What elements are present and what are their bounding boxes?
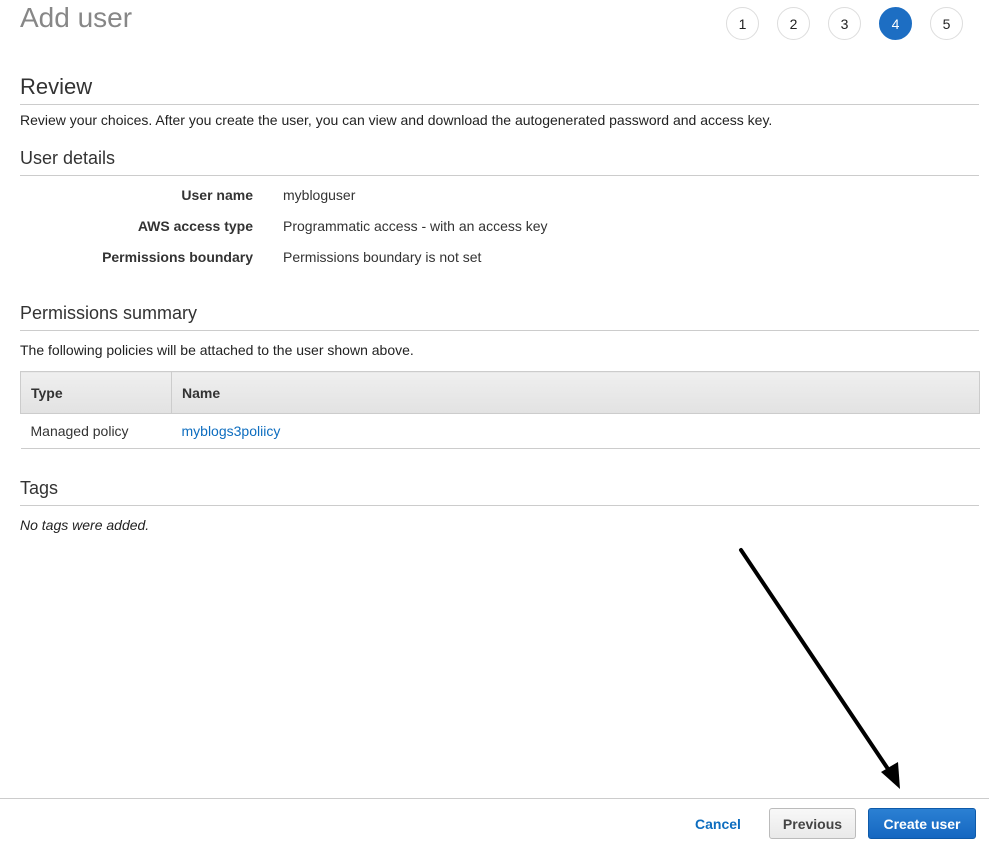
detail-label: Permissions boundary xyxy=(102,249,253,265)
tags-heading: Tags xyxy=(20,478,979,506)
detail-row-permissions-boundary: Permissions boundary Permissions boundar… xyxy=(0,249,481,265)
user-details-heading: User details xyxy=(20,148,979,176)
previous-button[interactable]: Previous xyxy=(769,808,856,839)
table-header-row: Type Name xyxy=(20,371,980,414)
column-header-name[interactable]: Name xyxy=(171,371,980,414)
wizard-footer: Cancel Previous Create user xyxy=(0,798,989,845)
page-title: Add user xyxy=(20,2,133,33)
wizard-step-4[interactable]: 4 xyxy=(879,7,912,40)
create-user-button[interactable]: Create user xyxy=(868,808,976,839)
detail-row-access-type: AWS access type Programmatic access - wi… xyxy=(0,218,548,234)
tags-empty-text: No tags were added. xyxy=(20,517,150,533)
detail-value: Programmatic access - with an access key xyxy=(283,218,548,234)
permissions-summary-description: The following policies will be attached … xyxy=(20,342,414,358)
arrow-head-icon xyxy=(881,762,900,789)
review-description: Review your choices. After you create th… xyxy=(20,112,773,128)
wizard-step-5[interactable]: 5 xyxy=(930,7,963,40)
detail-label: AWS access type xyxy=(137,218,253,234)
wizard-step-2[interactable]: 2 xyxy=(777,7,810,40)
detail-value: mybloguser xyxy=(283,187,356,203)
column-header-type[interactable]: Type xyxy=(20,371,172,414)
wizard-step-3[interactable]: 3 xyxy=(828,7,861,40)
detail-value: Permissions boundary is not set xyxy=(283,249,482,265)
permissions-summary-heading: Permissions summary xyxy=(20,303,979,331)
arrow-shaft xyxy=(739,548,894,777)
detail-label: User name xyxy=(181,187,253,203)
detail-row-user-name: User name mybloguser xyxy=(0,187,355,203)
table-row: Managed policy myblogs3poliicy xyxy=(20,413,980,449)
wizard-steps: 1 2 3 4 5 xyxy=(726,7,963,40)
policy-name-cell: myblogs3poliicy xyxy=(171,413,980,449)
policy-type: Managed policy xyxy=(20,413,172,449)
policies-table: Type Name Managed policy myblogs3poliicy xyxy=(20,371,980,449)
policy-name-link[interactable]: myblogs3poliicy xyxy=(182,423,281,439)
review-heading: Review xyxy=(20,74,979,105)
cancel-button[interactable]: Cancel xyxy=(695,816,741,832)
wizard-step-1[interactable]: 1 xyxy=(726,7,759,40)
